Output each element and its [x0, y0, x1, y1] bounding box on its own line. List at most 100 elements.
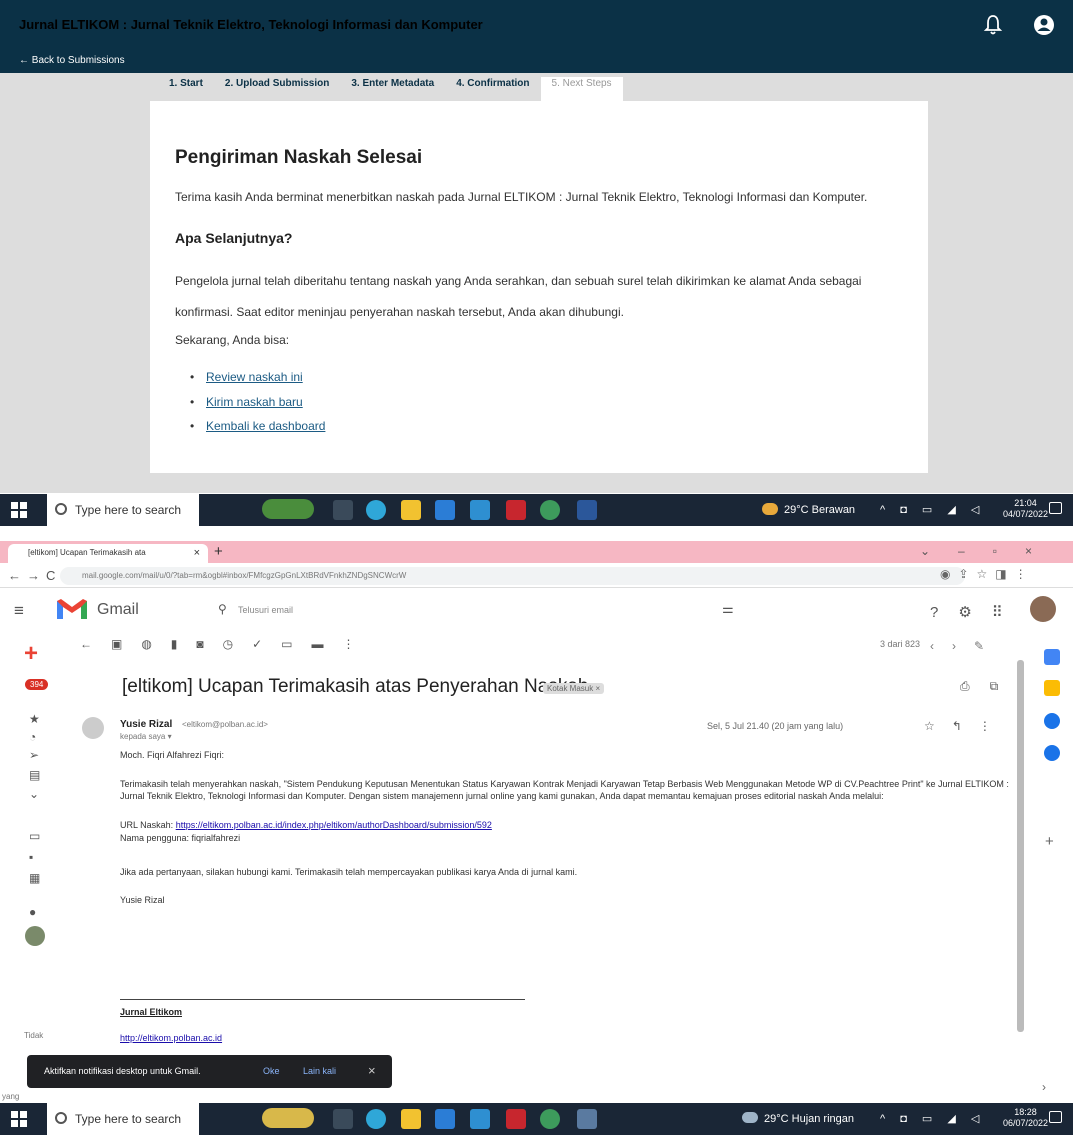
- scrollbar[interactable]: [1017, 660, 1024, 1032]
- gmail-logo-icon[interactable]: [55, 597, 89, 621]
- user-account-icon[interactable]: [1033, 14, 1055, 36]
- app-icon[interactable]: [577, 1109, 597, 1129]
- hamburger-menu-icon[interactable]: ≡: [14, 601, 24, 621]
- new-submission-link[interactable]: Kirim naskah baru: [190, 395, 303, 409]
- step-upload-submission[interactable]: 2. Upload Submission: [214, 77, 340, 102]
- chrome-icon[interactable]: [540, 500, 560, 520]
- print-and-open-icons[interactable]: ⎙⧉: [960, 679, 1018, 694]
- hangouts-icon[interactable]: ●: [29, 905, 36, 919]
- submission-url-link[interactable]: https://eltikom.polban.ac.id/index.php/e…: [176, 820, 492, 830]
- more-icon[interactable]: ⌄: [29, 787, 39, 801]
- clock-date: 04/07/2022: [1003, 509, 1049, 519]
- address-bar[interactable]: mail.google.com/mail/u/0/?tab=rm&ogbl#in…: [60, 567, 965, 585]
- message-body-paragraph: Terimakasih telah menyerahkan naskah, "S…: [120, 779, 1009, 801]
- keyboard-icon[interactable]: ▦: [29, 871, 40, 885]
- notification-icon[interactable]: [1049, 502, 1062, 514]
- back-to-submissions-link[interactable]: ← Back to Submissions: [19, 55, 125, 66]
- taskbar-search-box-2[interactable]: Type here to search: [47, 1103, 199, 1135]
- weather-text[interactable]: 29°C Hujan ringan: [764, 1113, 854, 1125]
- meet-join-icon[interactable]: ▪: [29, 850, 33, 864]
- weather-text[interactable]: 29°C Berawan: [784, 504, 855, 516]
- close-tab-icon[interactable]: ×: [194, 547, 200, 559]
- gmail-search-input[interactable]: ⚲ Telusuri email: [216, 600, 756, 622]
- recipient-toggle[interactable]: kepada saya ▾: [120, 732, 172, 741]
- red-app-icon[interactable]: [506, 1109, 526, 1129]
- windows-start-icon[interactable]: [10, 1110, 28, 1128]
- pager-nav-icons[interactable]: ‹›✎: [930, 639, 1002, 653]
- meet-new-icon[interactable]: ▭: [29, 829, 40, 843]
- chrome-tab[interactable]: [eltikom] Ucapan Terimakasih ata ×: [8, 544, 208, 563]
- hangouts-avatar[interactable]: [25, 926, 45, 946]
- signoff: Yusie Rizal: [120, 895, 165, 905]
- greeting: Moch. Fiqri Alfahrezi Fiqri:: [120, 750, 225, 760]
- weather-icon: [762, 503, 778, 515]
- journal-title[interactable]: Jurnal ELTIKOM : Jurnal Teknik Elektro, …: [19, 17, 483, 32]
- sent-icon[interactable]: ➢: [29, 748, 39, 762]
- inbox-label-chip[interactable]: Kotak Masuk ×: [543, 683, 605, 694]
- thanks-text: Terima kasih Anda berminat menerbitkan n…: [175, 190, 868, 204]
- review-submission-link[interactable]: Review naskah ini: [190, 370, 303, 384]
- task-view-icon[interactable]: [333, 1109, 353, 1129]
- gmail-top-icons[interactable]: ?⚙⠿: [930, 603, 1023, 621]
- mail-icon[interactable]: [470, 1109, 490, 1129]
- calendar-icon[interactable]: [1044, 649, 1060, 665]
- file-explorer-icon[interactable]: [401, 1109, 421, 1129]
- store-icon[interactable]: [435, 1109, 455, 1129]
- taskbar-search-box[interactable]: Type here to search: [47, 494, 199, 526]
- sidebar-text-yang: yang: [2, 1092, 20, 1101]
- browser-nav-icons[interactable]: ←→C: [8, 568, 61, 583]
- drafts-icon[interactable]: ▤: [29, 768, 40, 782]
- add-app-icon[interactable]: +: [1045, 833, 1054, 850]
- snoozed-icon[interactable]: ◔: [29, 730, 36, 744]
- contacts-icon[interactable]: [1044, 745, 1060, 761]
- sender-name: Yusie Rizal: [120, 719, 173, 730]
- edge-icon[interactable]: [366, 500, 386, 520]
- closing-paragraph: Jika ada pertanyaan, silakan hubungi kam…: [120, 867, 578, 877]
- starred-icon[interactable]: ★: [29, 712, 40, 726]
- red-app-icon[interactable]: [506, 500, 526, 520]
- taskbar-clock[interactable]: 21:04 04/07/2022: [1003, 498, 1048, 520]
- account-avatar[interactable]: [1030, 596, 1056, 622]
- chrome-icon[interactable]: [540, 1109, 560, 1129]
- clock-date: 06/07/2022: [1003, 1118, 1049, 1128]
- step-confirmation[interactable]: 4. Confirmation: [445, 77, 540, 102]
- signature-divider: [120, 999, 525, 1000]
- message-action-icons[interactable]: ☆↰⋮: [924, 719, 1008, 733]
- compose-icon[interactable]: +: [24, 640, 38, 668]
- system-tray-icons[interactable]: ^ ◘ ▭ ◢ ◁: [880, 503, 985, 516]
- new-tab-icon[interactable]: +: [214, 543, 223, 560]
- email-toolbar[interactable]: ←▣◍▮◙◷✓▭▬⋮: [80, 637, 374, 651]
- windows-start-icon[interactable]: [10, 501, 28, 519]
- inbox-count-badge[interactable]: 394: [25, 679, 49, 690]
- file-explorer-icon[interactable]: [401, 500, 421, 520]
- pager-count: 3 dari 823: [880, 639, 921, 649]
- bell-icon[interactable]: [983, 14, 1003, 36]
- snackbar-later-button[interactable]: Lain kali: [303, 1066, 336, 1076]
- search-highlight-image: [262, 499, 314, 519]
- search-options-icon[interactable]: ⚌: [722, 601, 734, 617]
- step-next-steps[interactable]: 5. Next Steps: [540, 77, 623, 102]
- mail-icon[interactable]: [470, 500, 490, 520]
- browser-action-icons[interactable]: ◉⇪☆◨⋮: [940, 567, 1035, 581]
- tasks-icon[interactable]: [1044, 713, 1060, 729]
- word-icon[interactable]: [577, 500, 597, 520]
- step-start[interactable]: 1. Start: [158, 77, 214, 102]
- edge-icon[interactable]: [366, 1109, 386, 1129]
- signature-url-link[interactable]: http://eltikom.polban.ac.id: [120, 1033, 222, 1043]
- task-view-icon[interactable]: [333, 500, 353, 520]
- back-to-dashboard-link[interactable]: Kembali ke dashboard: [190, 419, 325, 433]
- system-tray-icons[interactable]: ^ ◘ ▭ ◢ ◁: [880, 1112, 985, 1125]
- step-enter-metadata[interactable]: 3. Enter Metadata: [340, 77, 445, 102]
- ojs-header: [0, 0, 1073, 73]
- search-icon[interactable]: ⚲: [218, 602, 227, 616]
- search-highlight-image: [262, 1108, 314, 1128]
- expand-panel-icon[interactable]: ›: [1042, 1080, 1046, 1094]
- window-controls[interactable]: ⌄–▫×: [920, 544, 1060, 558]
- notification-icon[interactable]: [1049, 1111, 1062, 1123]
- close-icon[interactable]: ×: [368, 1063, 376, 1078]
- weather-icon: [742, 1112, 758, 1123]
- snackbar-ok-button[interactable]: Oke: [263, 1066, 280, 1076]
- taskbar-clock[interactable]: 18:28 06/07/2022: [1003, 1107, 1048, 1129]
- store-icon[interactable]: [435, 500, 455, 520]
- keep-icon[interactable]: [1044, 680, 1060, 696]
